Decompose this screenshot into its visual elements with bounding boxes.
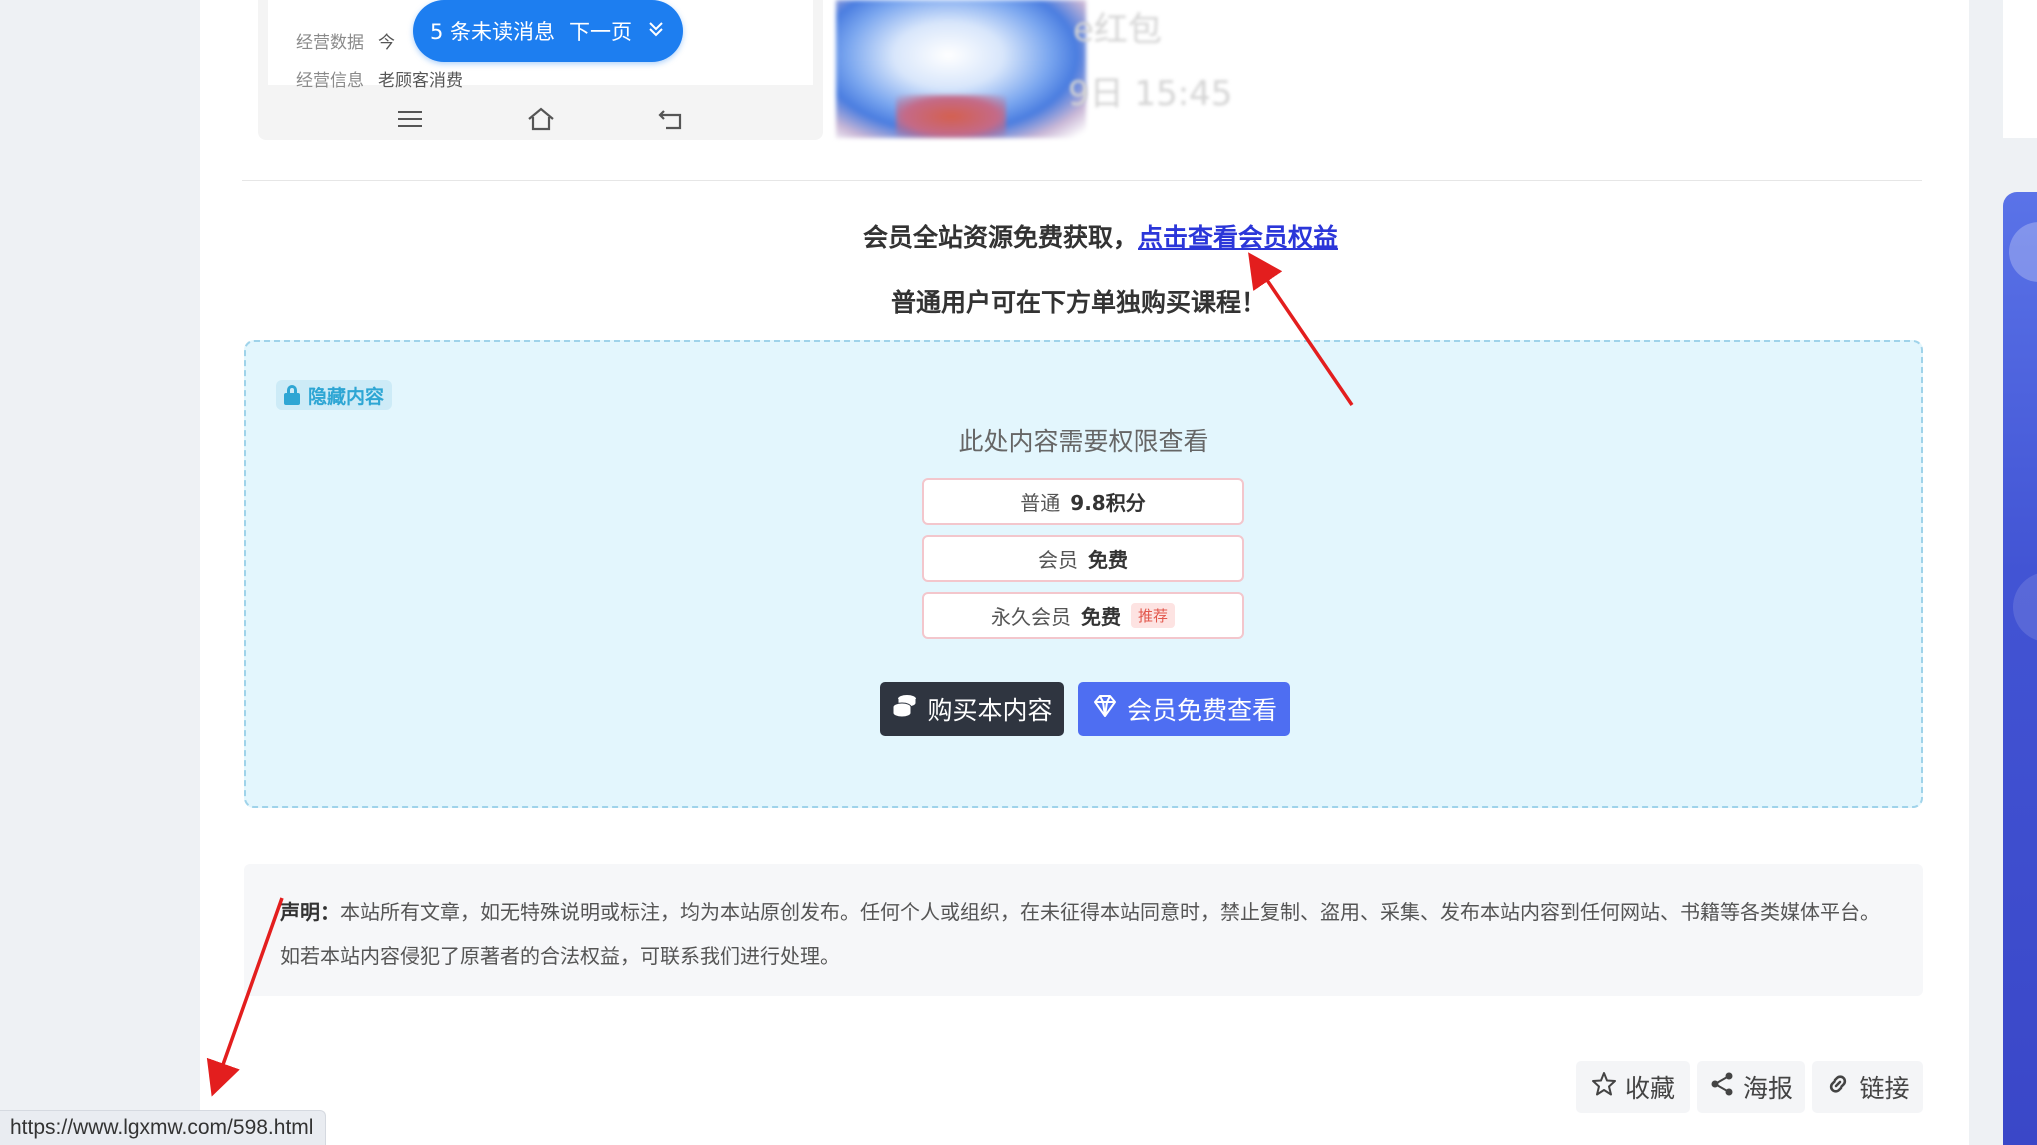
unread-messages-pill: 5 条未读消息 下一页: [413, 0, 683, 62]
phone-row-value: 今: [378, 33, 395, 53]
copy-link-button[interactable]: 链接: [1812, 1061, 1923, 1113]
poster-button[interactable]: 海报: [1697, 1061, 1805, 1113]
favorite-button[interactable]: 收藏: [1576, 1061, 1690, 1113]
hidden-content-box: 隐藏内容 此处内容需要权限查看 普通 9.8积分 会员 免费 永久会员 免费 推…: [244, 340, 1923, 808]
poster-label: 海报: [1742, 1074, 1793, 1103]
home-icon: [526, 105, 556, 131]
recommended-badge: 推荐: [1130, 603, 1175, 628]
member-free-view-button[interactable]: 会员免费查看: [1078, 682, 1290, 736]
member-benefits-link[interactable]: 点击查看会员权益: [1138, 223, 1338, 252]
member-promo-line: 会员全站资源免费获取，点击查看会员权益: [82, 218, 2037, 254]
phone-content: 经营数据今 经营信息 老顾客消费 5 条未读消息 下一页: [268, 0, 813, 91]
blurred-timestamp: 9日 15:45: [1068, 74, 1233, 114]
phone-row-data: 经营数据今: [296, 28, 395, 53]
permission-required-text: 此处内容需要权限查看: [958, 427, 1209, 456]
diamond-icon: [1091, 692, 1119, 726]
phone-row-label: 经营数据: [296, 33, 364, 53]
unread-count-text: 5 条未读消息: [429, 20, 556, 44]
copyright-disclaimer: 声明：本站所有文章，如无特殊说明或标注，均为本站原创发布。任何个人或组织，在未征…: [244, 864, 1923, 996]
price-tier: 会员: [1038, 548, 1078, 572]
price-option-regular: 普通 9.8积分: [922, 478, 1244, 525]
article-image-strip: 经营数据今 经营信息 老顾客消费 5 条未读消息 下一页 e红包 9日 15:4…: [258, 0, 1578, 140]
double-chevron-down-icon: [646, 19, 666, 44]
buy-content-label: 购买本内容: [927, 696, 1053, 725]
lock-icon: [284, 385, 300, 405]
price-tier: 普通: [1020, 491, 1061, 515]
favorite-label: 收藏: [1624, 1074, 1675, 1103]
link-icon: [1825, 1071, 1851, 1103]
section-divider: [242, 180, 1922, 181]
menu-icon: [396, 105, 426, 131]
member-promo-text: 会员全站资源免费获取，: [862, 223, 1138, 252]
purchase-hint-line: 普通用户可在下方单独购买课程！: [890, 288, 1266, 317]
price-value: 免费: [1088, 548, 1128, 572]
price-tier: 永久会员: [990, 605, 1071, 629]
link-label: 链接: [1859, 1074, 1910, 1103]
blurred-photo: [836, 0, 1086, 138]
phone-row-info: 经营信息 老顾客消费: [296, 66, 463, 91]
phone-nav-bar: [258, 96, 823, 140]
price-value: 9.8积分: [1070, 491, 1146, 515]
right-rail: [2003, 0, 2037, 138]
price-option-member: 会员 免费: [922, 535, 1244, 582]
phone-row-value: 老顾客消费: [378, 71, 463, 91]
disclaimer-text: 本站所有文章，如无特殊说明或标注，均为本站原创发布。任何个人或组织，在未征得本站…: [280, 900, 1880, 968]
phone-screenshot: 经营数据今 经营信息 老顾客消费 5 条未读消息 下一页: [258, 0, 823, 140]
right-side-widget[interactable]: [2003, 192, 2037, 1145]
coins-icon: [891, 692, 919, 726]
buy-content-button[interactable]: 购买本内容: [880, 682, 1064, 736]
blurred-caption: e红包: [1073, 10, 1162, 50]
member-free-view-label: 会员免费查看: [1126, 696, 1277, 725]
next-page-text: 下一页: [569, 20, 633, 44]
hidden-content-tag: 隐藏内容: [276, 380, 393, 410]
share-icon: [1709, 1071, 1735, 1103]
price-option-lifetime: 永久会员 免费 推荐: [922, 592, 1244, 639]
price-value: 免费: [1080, 605, 1121, 629]
star-icon: [1591, 1071, 1617, 1103]
status-bar-url: https://www.lgxmw.com/598.html: [0, 1110, 327, 1145]
hidden-content-label: 隐藏内容: [308, 385, 385, 408]
disclaimer-label: 声明：: [280, 900, 340, 924]
phone-row-label: 经营信息: [296, 71, 364, 91]
back-icon: [656, 105, 686, 131]
